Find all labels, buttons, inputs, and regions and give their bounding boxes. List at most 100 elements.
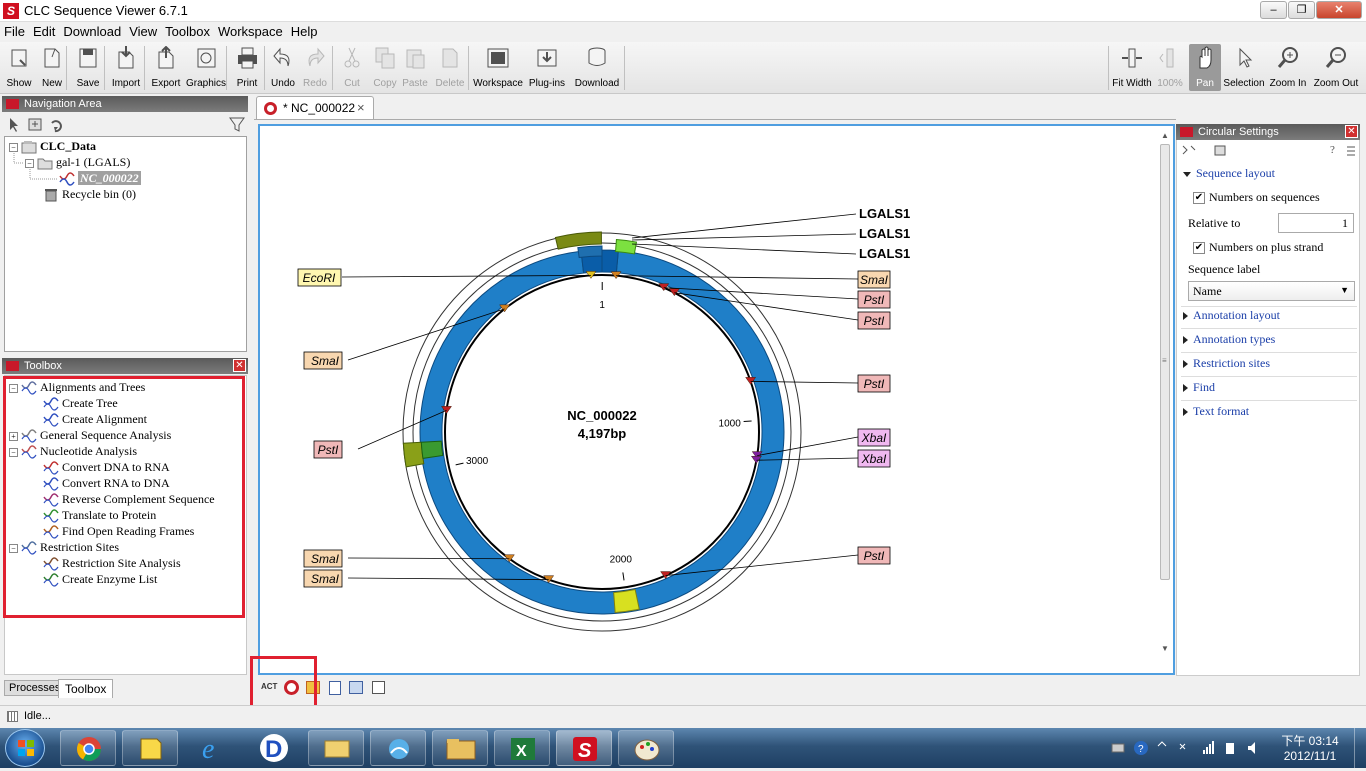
enzyme-label[interactable]: SmaI	[311, 354, 340, 368]
circular-map[interactable]: 1 1000 2000 3000 NC_000022 4,197bp EcoRI SmaI Ps…	[260, 126, 1173, 673]
explorer-icon[interactable]	[432, 730, 488, 766]
section-sequence-layout[interactable]: Sequence layout	[1183, 166, 1275, 181]
zoom-in-button[interactable]: Zoom In	[1268, 44, 1308, 91]
import-button[interactable]: Import	[108, 44, 144, 91]
settings-close-icon[interactable]: ✕	[1345, 125, 1358, 138]
enzyme-label[interactable]: SmaI	[860, 273, 889, 287]
excel-icon[interactable]: X	[494, 730, 550, 766]
chrome-icon[interactable]	[60, 730, 116, 766]
enzyme-leader-line[interactable]	[348, 309, 505, 360]
new-button[interactable]: New	[36, 44, 68, 91]
editor-tab[interactable]: * NC_000022 ×	[256, 96, 374, 120]
sticky-icon[interactable]	[122, 730, 178, 766]
close-button[interactable]: ✕	[1316, 1, 1362, 19]
save-button[interactable]: Save	[72, 44, 104, 91]
export-button[interactable]: Export	[148, 44, 184, 91]
section-restriction-sites[interactable]: Restriction sites	[1183, 356, 1270, 371]
menu-help[interactable]: Help	[287, 22, 322, 41]
d-app-icon[interactable]: D	[246, 730, 302, 766]
gene-label[interactable]: LGALS1	[859, 246, 910, 261]
fit-width-button[interactable]: Fit Width	[1111, 44, 1153, 91]
section-annotation-types[interactable]: Annotation types	[1183, 332, 1275, 347]
paste-button[interactable]: Paste	[400, 44, 430, 91]
menu-download[interactable]: Download	[59, 22, 125, 41]
toolbox-close-icon[interactable]: ✕	[233, 359, 246, 372]
menu-view[interactable]: View	[125, 22, 161, 41]
vertical-scrollbar[interactable]: ▲ ≡ ▼	[1159, 128, 1172, 656]
zoom-out-button[interactable]: Zoom Out	[1311, 44, 1361, 91]
cut-button[interactable]: Cut	[338, 44, 366, 91]
print-button[interactable]: Print	[232, 44, 262, 91]
gene-segment-green[interactable]	[421, 441, 442, 458]
enzyme-label[interactable]: PstI	[864, 314, 885, 328]
delete-button[interactable]: Delete	[434, 44, 466, 91]
show-button[interactable]: Show	[2, 44, 36, 91]
editor-tab-close-icon[interactable]: ×	[357, 100, 365, 115]
menu-edit[interactable]: Edit	[29, 22, 59, 41]
tick-mark[interactable]	[623, 572, 624, 580]
tick-label[interactable]: 1000	[719, 419, 742, 430]
workspace-button[interactable]: Workspace	[472, 44, 524, 91]
pan-button[interactable]: Pan	[1189, 44, 1221, 91]
plug-ins-button[interactable]: Plug-ins	[528, 44, 566, 91]
clc-icon[interactable]: S	[556, 730, 612, 766]
sequence-length-label[interactable]: 4,197bp	[578, 426, 626, 441]
ie-icon[interactable]: e	[184, 730, 240, 766]
enzyme-label[interactable]: SmaI	[311, 572, 340, 586]
start-button[interactable]	[5, 729, 45, 767]
history-icon[interactable]	[349, 681, 363, 694]
enzyme-label[interactable]: XbaI	[861, 452, 887, 466]
tick-mark[interactable]	[456, 463, 464, 465]
section-find[interactable]: Find	[1183, 380, 1215, 395]
enzyme-label[interactable]: PstI	[864, 549, 885, 563]
sequence-label-select[interactable]: Name▼	[1188, 281, 1355, 301]
relative-to-input[interactable]: 1	[1278, 213, 1354, 233]
gene-label[interactable]: LGALS1	[859, 226, 910, 241]
enzyme-label[interactable]: PstI	[318, 443, 339, 457]
section-text-format[interactable]: Text format	[1183, 404, 1249, 419]
menu-workspace[interactable]: Workspace	[214, 22, 287, 41]
graphics-button[interactable]: Graphics	[186, 44, 226, 91]
sync-icon[interactable]	[370, 730, 426, 766]
enzyme-label[interactable]: SmaI	[311, 552, 340, 566]
numbers-on-plus-strand-checkbox[interactable]: ✔Numbers on plus strand	[1193, 240, 1323, 255]
enzyme-label[interactable]: XbaI	[861, 431, 887, 445]
gene-leader-line[interactable]	[632, 244, 856, 254]
selection-button[interactable]: Selection	[1222, 44, 1266, 91]
minimize-button[interactable]: –	[1260, 1, 1287, 19]
100-button[interactable]: 100%	[1153, 44, 1187, 91]
folder-app-icon[interactable]	[308, 730, 364, 766]
gene-segment-olive[interactable]	[403, 442, 423, 467]
tree-item-nc000022[interactable]: NC_000022	[59, 170, 141, 186]
menu-toolbox[interactable]: Toolbox	[161, 22, 214, 41]
enzyme-label[interactable]: PstI	[864, 293, 885, 307]
undo-button[interactable]: Undo	[268, 44, 298, 91]
gene-leader-line[interactable]	[632, 234, 856, 240]
gene-annotation-light[interactable]	[616, 240, 637, 254]
show-desktop-button[interactable]	[1354, 728, 1366, 768]
maximize-button[interactable]: ❐	[1288, 1, 1315, 19]
section-annotation-layout[interactable]: Annotation layout	[1183, 308, 1280, 323]
tick-label[interactable]: 1	[599, 300, 605, 311]
enzyme-label[interactable]: PstI	[864, 377, 885, 391]
tick-label[interactable]: 3000	[466, 456, 489, 467]
enzyme-label[interactable]: EcoRI	[303, 271, 336, 285]
gene-label[interactable]: LGALS1	[859, 206, 910, 221]
download-button[interactable]: Download	[572, 44, 622, 91]
settings-help-icon[interactable]: ?	[1330, 144, 1335, 156]
annotation-table-icon[interactable]	[372, 681, 385, 694]
table-view-icon[interactable]	[329, 681, 341, 695]
redo-button[interactable]: Redo	[300, 44, 330, 91]
gene-arrow[interactable]	[578, 246, 602, 257]
numbers-on-sequences-checkbox[interactable]: ✔Numbers on sequences	[1193, 190, 1320, 205]
navigation-tool-icons[interactable]	[2, 113, 248, 135]
circular-map-view[interactable]: 1 1000 2000 3000 NC_000022 4,197bp EcoRI SmaI Ps…	[258, 124, 1175, 675]
paint-icon[interactable]	[618, 730, 674, 766]
copy-button[interactable]: Copy	[370, 44, 400, 91]
tab-toolbox[interactable]: Toolbox	[58, 679, 113, 698]
gene-segment-yellow[interactable]	[614, 590, 640, 613]
gene-leader-line[interactable]	[632, 214, 856, 238]
tick-mark[interactable]	[744, 421, 752, 422]
tick-label[interactable]: 2000	[610, 555, 633, 566]
sequence-name-label[interactable]: NC_000022	[567, 408, 636, 423]
